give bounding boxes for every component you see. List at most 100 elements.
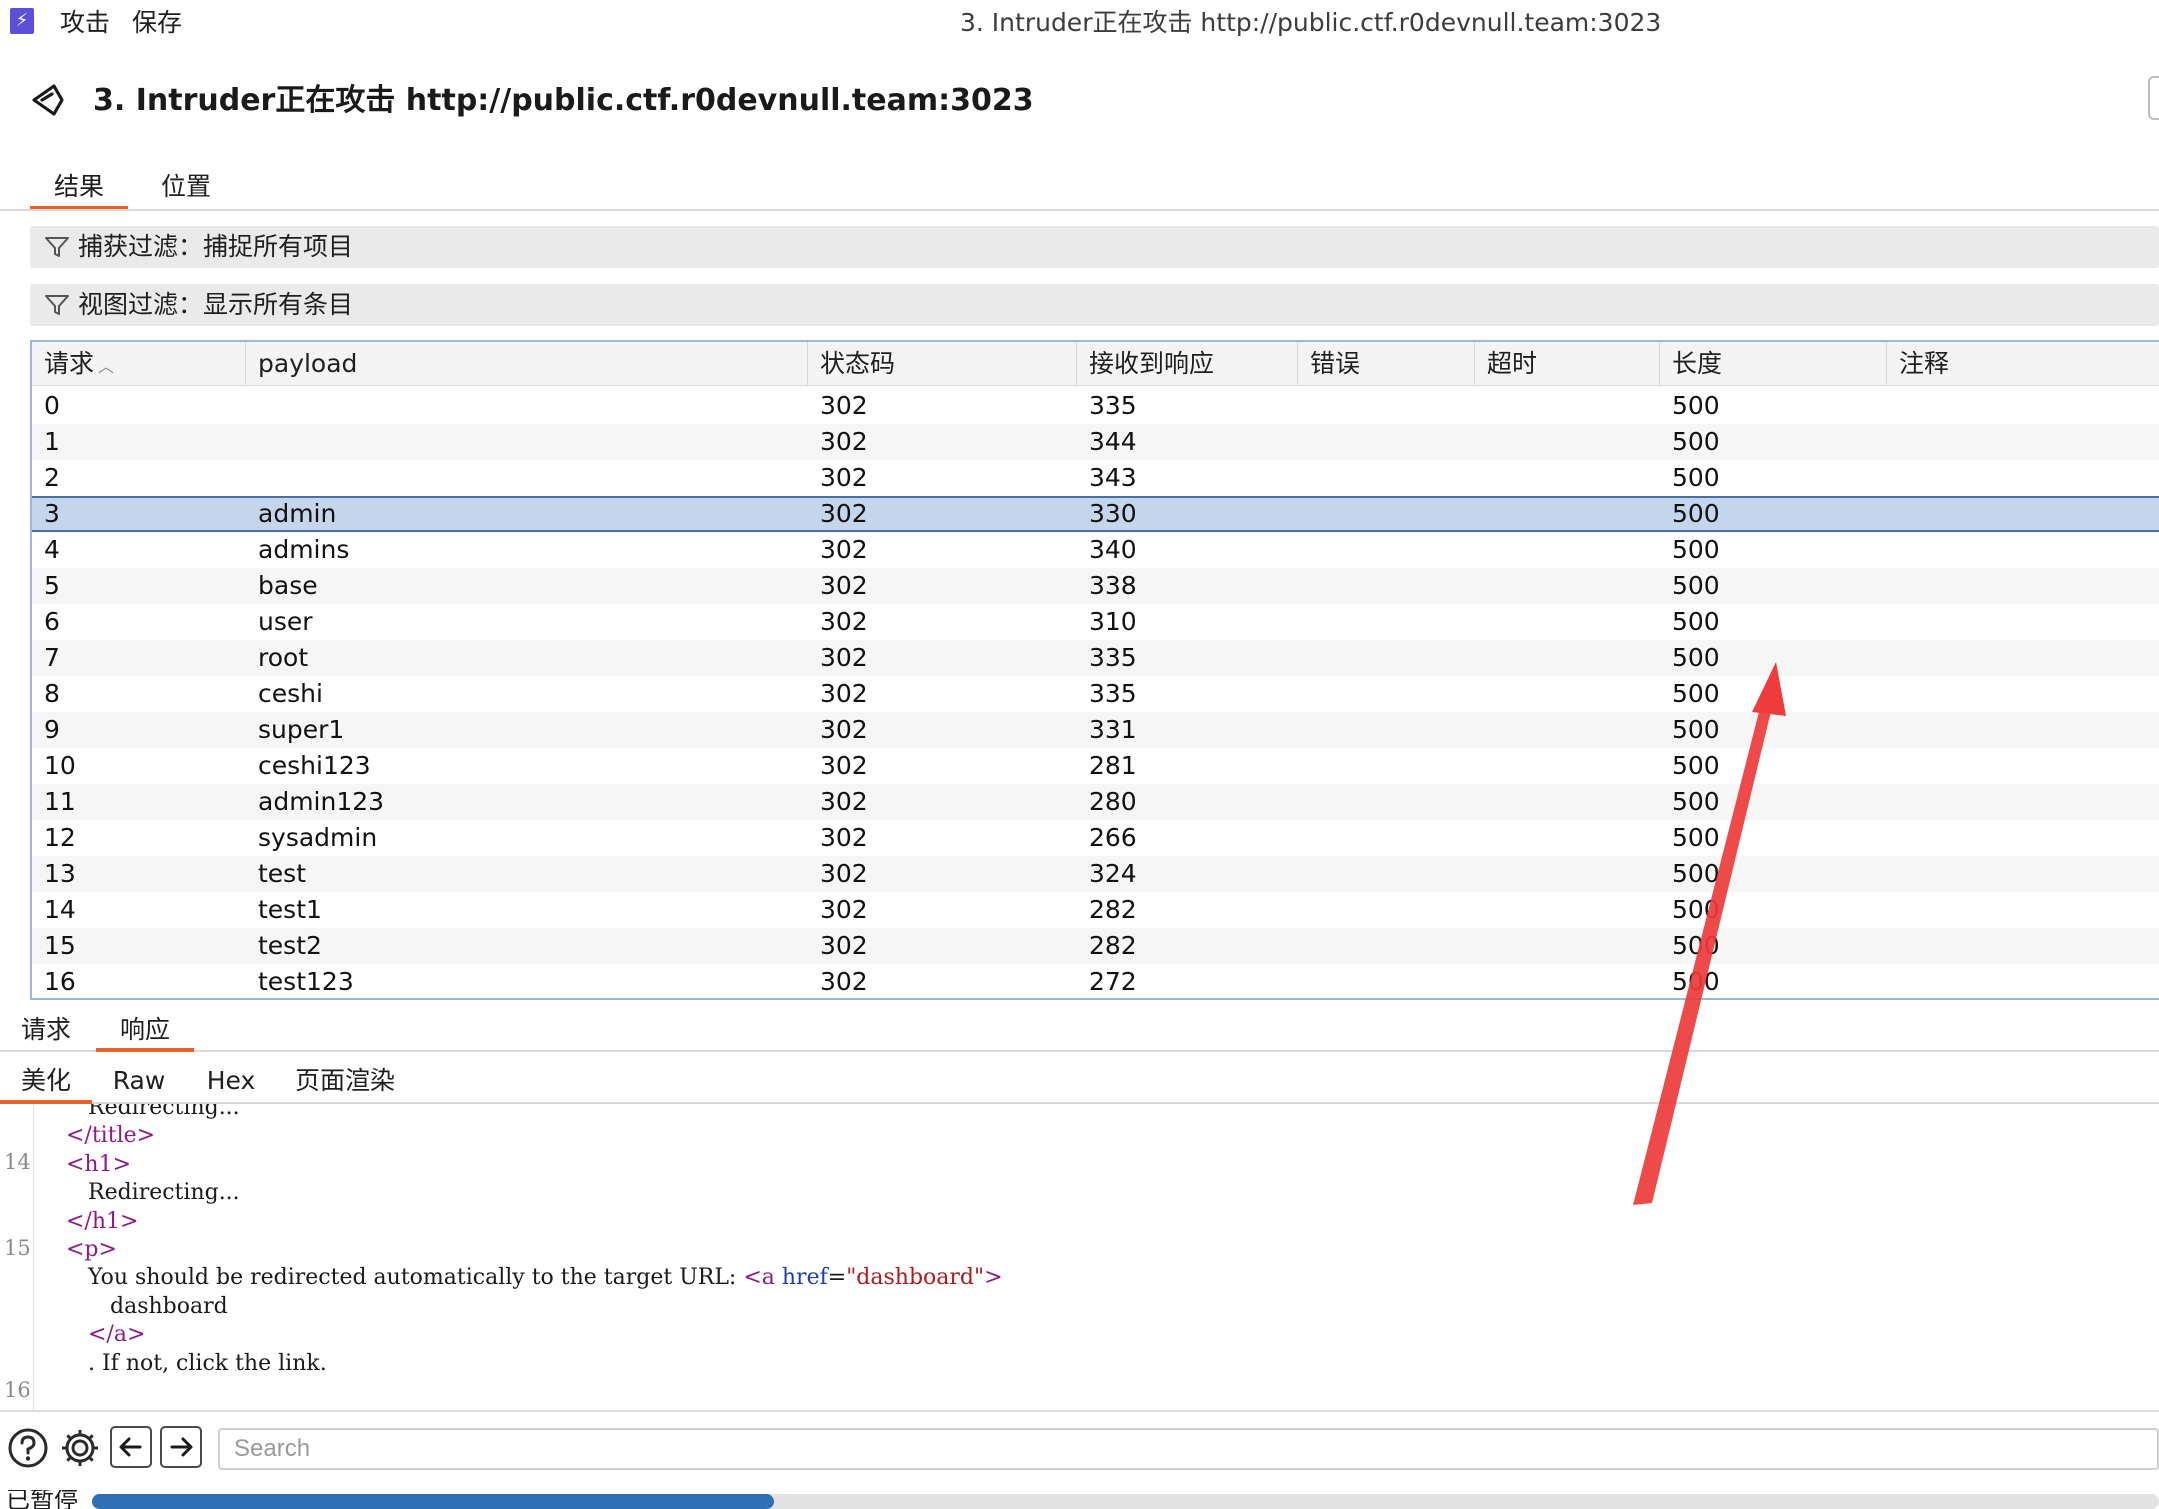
code-line: </a> (88, 1321, 145, 1349)
cell-response-received: 310 (1089, 607, 1137, 636)
cell-response-received: 338 (1089, 571, 1137, 600)
column-header-label: payload (258, 349, 358, 378)
cell-payload: test (258, 859, 307, 888)
cell-length: 500 (1672, 571, 1720, 600)
cell-request: 5 (44, 571, 60, 600)
table-row[interactable]: 6 user 302 310 500 (32, 604, 2159, 640)
table-row[interactable]: 1 302 344 500 (32, 424, 2159, 460)
cell-payload: admin (258, 499, 337, 528)
cell-status-code: 302 (820, 643, 868, 672)
cell-length: 500 (1672, 895, 1720, 924)
cell-request: 9 (44, 715, 60, 744)
cell-comment (1887, 640, 2159, 676)
cell-status-code: 302 (820, 427, 868, 456)
column-header-error[interactable]: 错误 (1298, 342, 1475, 386)
cell-status-code: 302 (820, 859, 868, 888)
cell-comment (1887, 856, 2159, 892)
app-logo-icon: ⚡ (10, 8, 34, 34)
cell-length: 500 (1672, 787, 1720, 816)
column-header-label: 状态码 (820, 349, 896, 378)
view-filter-bar[interactable]: 视图过滤：显示所有条目 (30, 284, 2159, 326)
funnel-icon (45, 295, 69, 315)
cell-timeout (1475, 964, 1660, 998)
table-row[interactable]: 14 test1 302 282 500 (32, 892, 2159, 928)
menu-save[interactable]: 保存 (132, 6, 182, 40)
code-line: dashboard (110, 1293, 228, 1321)
cell-request: 10 (44, 751, 76, 780)
cell-timeout (1475, 640, 1660, 676)
cell-response-received: 335 (1089, 679, 1137, 708)
column-header-length[interactable]: 长度 (1660, 342, 1887, 386)
cell-comment (1887, 604, 2159, 640)
code-token: <h1> (66, 1151, 132, 1177)
cell-timeout (1475, 892, 1660, 928)
previous-match-button[interactable] (110, 1426, 152, 1468)
cell-timeout (1475, 532, 1660, 568)
code-line: You should be redirected automatically t… (88, 1264, 1003, 1292)
tabs-divider (0, 209, 2159, 211)
table-row[interactable]: 4 admins 302 340 500 (32, 532, 2159, 568)
cell-length: 500 (1672, 463, 1720, 492)
cell-length: 500 (1672, 679, 1720, 708)
table-row[interactable]: 15 test2 302 282 500 (32, 928, 2159, 964)
cell-payload: sysadmin (258, 823, 378, 852)
cell-response-received: 330 (1089, 499, 1137, 528)
line-number: 15 (4, 1236, 31, 1260)
cell-payload: ceshi (258, 679, 323, 708)
window-action-button[interactable] (2148, 76, 2159, 120)
cell-error (1298, 748, 1475, 784)
tab-raw[interactable]: Raw (104, 1062, 174, 1104)
table-row[interactable]: 5 base 302 338 500 (32, 568, 2159, 604)
next-match-button[interactable] (160, 1426, 202, 1468)
tab-hex[interactable]: Hex (196, 1062, 266, 1104)
cell-timeout (1475, 424, 1660, 460)
tab-results[interactable]: 结果 (30, 168, 128, 210)
column-header-payload[interactable]: payload (246, 342, 808, 386)
help-icon[interactable] (6, 1426, 50, 1470)
cell-length: 500 (1672, 499, 1720, 528)
table-row[interactable]: 7 root 302 335 500 (32, 640, 2159, 676)
tab-positions[interactable]: 位置 (146, 168, 226, 210)
cell-payload: super1 (258, 715, 345, 744)
cell-request: 11 (44, 787, 76, 816)
table-row[interactable]: 12 sysadmin 302 266 500 (32, 820, 2159, 856)
search-input[interactable] (218, 1428, 2159, 1470)
table-row[interactable]: 0 302 335 500 (32, 388, 2159, 424)
table-row[interactable]: 8 ceshi 302 335 500 (32, 676, 2159, 712)
cell-timeout (1475, 928, 1660, 964)
cell-error (1298, 784, 1475, 820)
gear-icon[interactable] (58, 1426, 102, 1470)
table-row[interactable]: 16 test123 302 272 500 (32, 964, 2159, 998)
cell-response-received: 344 (1089, 427, 1137, 456)
cell-response-received: 266 (1089, 823, 1137, 852)
tab-response[interactable]: 响应 (96, 1012, 194, 1052)
cell-comment (1887, 568, 2159, 604)
cell-response-received: 272 (1089, 967, 1137, 996)
table-row[interactable]: 2 302 343 500 (32, 460, 2159, 496)
menu-attack[interactable]: 攻击 (60, 6, 110, 40)
table-row[interactable]: 10 ceshi123 302 281 500 (32, 748, 2159, 784)
capture-filter-label: 捕获过滤：捕捉所有项目 (78, 232, 354, 261)
cell-error (1298, 928, 1475, 964)
column-header-response-received[interactable]: 接收到响应 (1077, 342, 1298, 386)
capture-filter-bar[interactable]: 捕获过滤：捕捉所有项目 (30, 226, 2159, 268)
tab-request[interactable]: 请求 (8, 1012, 84, 1052)
tab-render[interactable]: 页面渲染 (290, 1062, 400, 1104)
cell-request: 2 (44, 463, 60, 492)
table-row[interactable]: 9 super1 302 331 500 (32, 712, 2159, 748)
column-header-request[interactable]: 请求 ︿ (32, 342, 246, 386)
table-row[interactable]: 3 admin 302 330 500 (32, 496, 2159, 532)
column-header-timeout[interactable]: 超时 (1475, 342, 1660, 386)
tab-pretty[interactable]: 美化 (0, 1062, 92, 1104)
cell-timeout (1475, 712, 1660, 748)
cell-response-received: 343 (1089, 463, 1137, 492)
table-row[interactable]: 11 admin123 302 280 500 (32, 784, 2159, 820)
code-token: = (827, 1265, 847, 1291)
response-code-viewer[interactable]: 14 15 16 Redirecting... </title> <h1> Redir… (0, 1104, 2159, 1410)
cell-status-code: 302 (820, 967, 868, 996)
column-header-status-code[interactable]: 状态码 (808, 342, 1077, 386)
cell-payload: test1 (258, 895, 322, 924)
table-row[interactable]: 13 test 302 324 500 (32, 856, 2159, 892)
cell-status-code: 302 (820, 571, 868, 600)
column-header-comment[interactable]: 注释 (1887, 342, 2159, 386)
